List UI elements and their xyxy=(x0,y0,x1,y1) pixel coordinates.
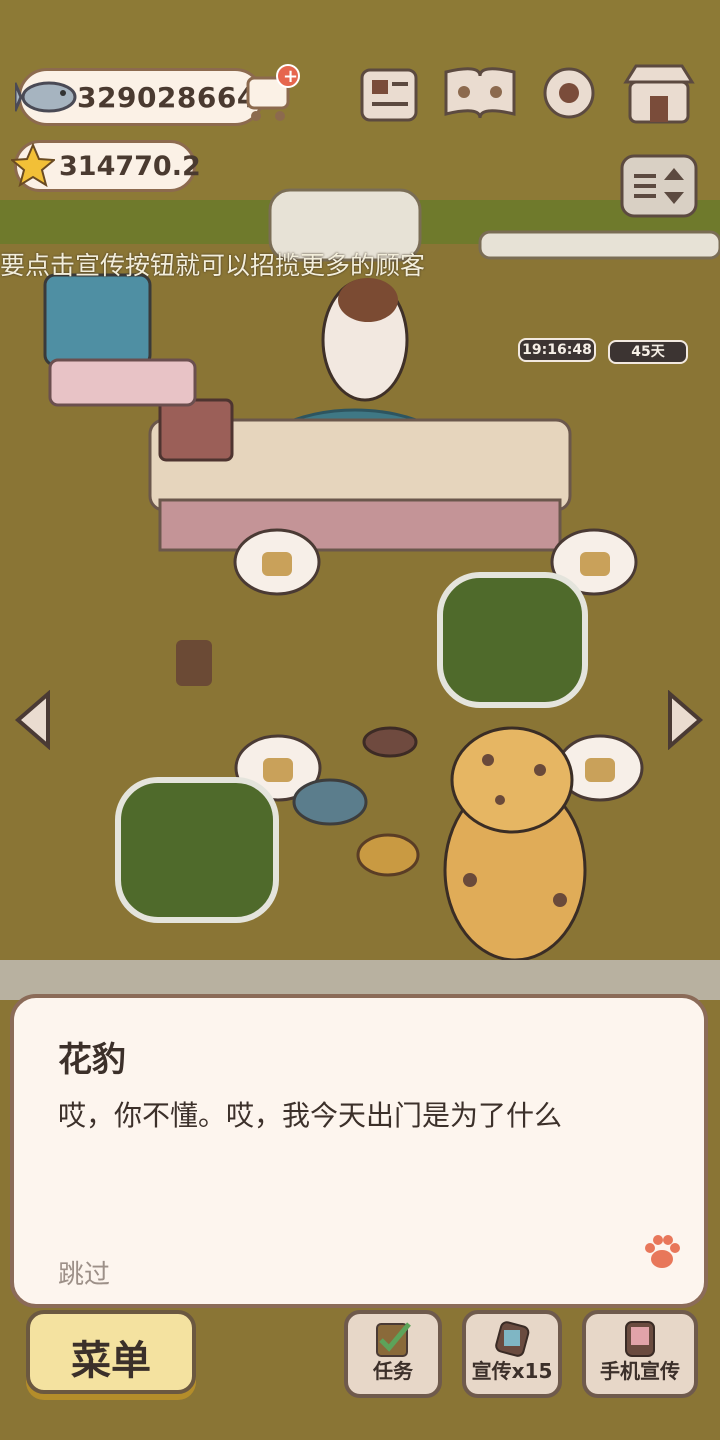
fish-count: 329028664 xyxy=(77,81,257,114)
gear-icon[interactable] xyxy=(538,62,600,124)
svg-text:+: + xyxy=(283,66,298,87)
shop-icon[interactable] xyxy=(622,60,696,126)
phone-promote-button-label: 手机宣传 xyxy=(600,1359,680,1383)
fish-icon xyxy=(15,81,77,113)
task-button-label: 任务 xyxy=(373,1359,413,1383)
dialog-text: 哎，你不懂。哎，我今天出门是为了什么 xyxy=(58,1099,563,1132)
skip-button[interactable]: 跳过 xyxy=(58,1254,110,1291)
promote-button[interactable]: 宣传x15 xyxy=(462,1310,562,1398)
speaker-name: 花豹 xyxy=(58,1040,126,1080)
cart-plus-icon[interactable]: + xyxy=(238,62,302,126)
star-currency: 314770.2 xyxy=(11,140,201,192)
sort-icon[interactable] xyxy=(618,152,700,220)
menu-button-label: 菜单 xyxy=(71,1338,151,1384)
fish-currency: 329028664 xyxy=(15,68,264,126)
phone-promote-button[interactable]: 手机宣传 xyxy=(582,1310,698,1398)
left-arrow-icon[interactable] xyxy=(14,690,54,750)
star-count: 314770.2 xyxy=(59,151,201,182)
days-remaining: 45天 xyxy=(608,340,688,364)
menu-button[interactable]: 菜单 xyxy=(26,1310,196,1394)
promote-button-label: 宣传x15 xyxy=(471,1359,553,1383)
right-arrow-icon[interactable] xyxy=(664,690,704,750)
newspaper-icon[interactable] xyxy=(358,64,420,126)
promo-scroll-text: 要点击宣传按钮就可以招揽更多的顾客 xyxy=(0,251,426,280)
star-icon xyxy=(11,143,55,187)
paw-icon[interactable] xyxy=(642,1232,682,1272)
book-paw-icon[interactable] xyxy=(440,62,520,124)
dialog-box[interactable]: 花豹 哎，你不懂。哎，我今天出门是为了什么 跳过 xyxy=(10,994,708,1308)
countdown-timer: 19:16:48 xyxy=(518,338,596,362)
task-button[interactable]: 任务 xyxy=(344,1310,442,1398)
